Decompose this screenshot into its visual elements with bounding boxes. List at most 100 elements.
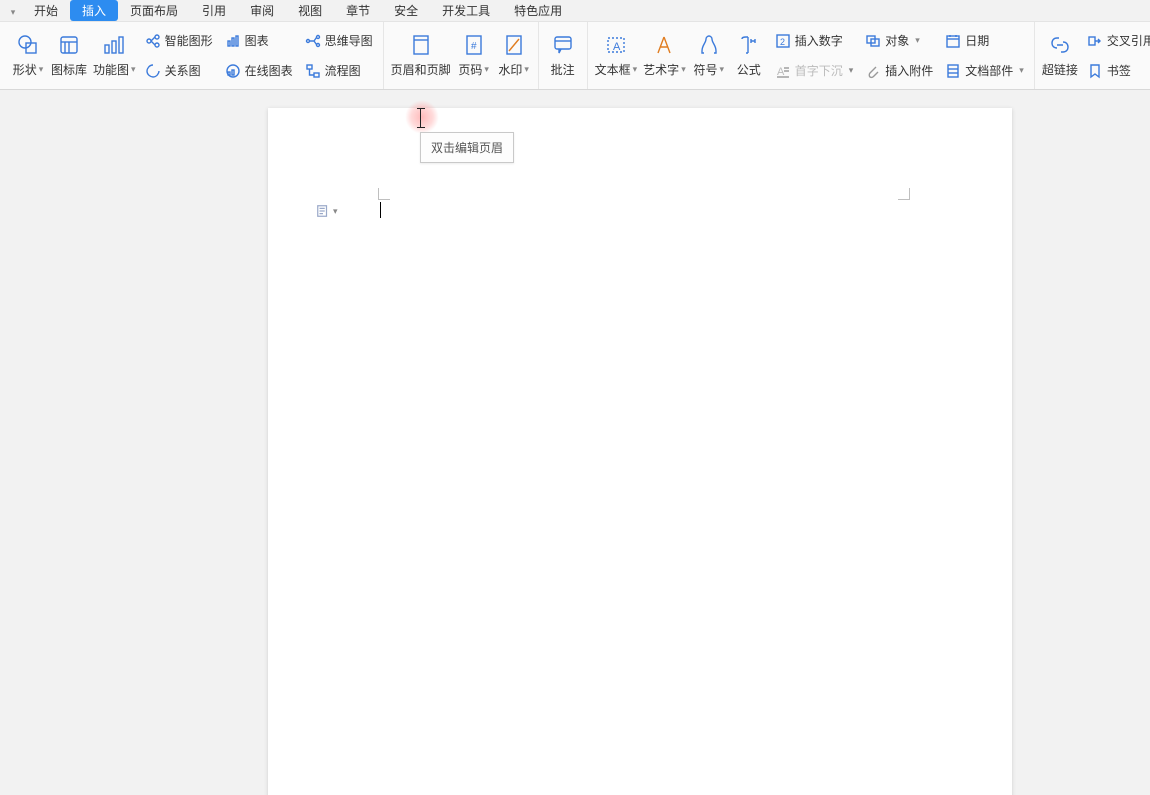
header-area-tooltip: 双击编辑页眉 (420, 132, 514, 163)
tab-page-layout[interactable]: 页面布局 (118, 0, 190, 21)
object-icon (865, 33, 881, 49)
flowchart-icon (305, 63, 321, 79)
chevron-down-icon: ▾ (39, 64, 44, 75)
insert-number-button[interactable]: 2 插入数字 (771, 28, 858, 54)
symbol-label: 符号 (693, 61, 717, 78)
wordart-icon (652, 33, 676, 57)
icon-library-button[interactable]: 图标库 (48, 24, 90, 87)
text-caret (380, 202, 381, 218)
tab-review[interactable]: 审阅 (238, 0, 286, 21)
chevron-down-icon: ▾ (333, 206, 338, 217)
chevron-down-icon: ▾ (915, 35, 920, 46)
tab-insert[interactable]: 插入 (70, 0, 118, 21)
tab-view[interactable]: 视图 (286, 0, 334, 21)
cross-ref-button[interactable]: 交叉引用 (1083, 28, 1150, 54)
svg-text:#: # (471, 41, 477, 52)
doc-parts-label: 文档部件 (965, 62, 1013, 79)
func-chart-icon (102, 33, 126, 57)
icon-library-icon (57, 33, 81, 57)
chevron-down-icon: ▾ (11, 7, 16, 17)
hyperlink-icon (1048, 33, 1072, 57)
textbox-icon: A (604, 33, 628, 57)
mindmap-label: 思维导图 (325, 32, 373, 49)
wordart-button[interactable]: 艺术字▾ (640, 24, 689, 87)
tab-dev-tools[interactable]: 开发工具 (430, 0, 502, 21)
bookmark-label: 书签 (1107, 62, 1131, 79)
header-footer-button[interactable]: 页眉和页脚 (388, 24, 454, 87)
insert-number-label: 插入数字 (795, 32, 843, 49)
ribbon-mini-col-text-3: 日期 文档部件 ▾ (939, 24, 1030, 87)
textbox-button[interactable]: A 文本框▾ (592, 24, 641, 87)
chevron-down-icon: ▾ (681, 64, 686, 75)
doc-parts-button[interactable]: 文档部件 ▾ (941, 58, 1028, 84)
page-number-label: 页码 (458, 61, 482, 78)
watermark-button[interactable]: 水印▾ (494, 24, 534, 87)
ribbon: 形状▾ 图标库 功能图▾ 智能图形 关系图 (0, 22, 1150, 90)
bookmark-button[interactable]: 书签 (1083, 58, 1150, 84)
chevron-down-icon: ▾ (633, 64, 638, 75)
tab-references[interactable]: 引用 (190, 0, 238, 21)
mindmap-button[interactable]: 思维导图 (301, 28, 377, 54)
relation-chart-button[interactable]: 关系图 (141, 58, 217, 84)
shapes-icon (16, 33, 40, 57)
formula-label: 公式 (737, 61, 761, 78)
flowchart-label: 流程图 (325, 62, 361, 79)
insert-number-icon: 2 (775, 33, 791, 49)
comment-button[interactable]: 批注 (543, 24, 583, 87)
textbox-label: 文本框 (595, 61, 631, 78)
document-work-area[interactable]: 双击编辑页眉 ▾ (0, 90, 1150, 795)
relation-chart-icon (145, 63, 161, 79)
ribbon-mini-col-2: 图表 在线图表 (219, 24, 299, 87)
cross-ref-label: 交叉引用 (1107, 32, 1150, 49)
online-chart-label: 在线图表 (245, 62, 293, 79)
page-number-icon: # (462, 33, 486, 57)
header-margin-marker-right (898, 188, 910, 200)
object-button[interactable]: 对象 ▾ (861, 28, 937, 54)
drop-cap-icon: A (775, 63, 791, 79)
drop-cap-label: 首字下沉 (795, 62, 843, 79)
flowchart-button[interactable]: 流程图 (301, 58, 377, 84)
attachment-button[interactable]: 插入附件 (861, 58, 937, 84)
date-button[interactable]: 日期 (941, 28, 1028, 54)
tab-chapter[interactable]: 章节 (334, 0, 382, 21)
tooltip-text: 双击编辑页眉 (431, 141, 503, 155)
chevron-down-icon: ▾ (484, 64, 489, 75)
paragraph-handle[interactable]: ▾ (316, 204, 338, 218)
smart-art-label: 智能图形 (165, 32, 213, 49)
customize-menu-chevron[interactable]: ▾ (4, 4, 22, 18)
tab-special-apps[interactable]: 特色应用 (502, 0, 574, 21)
page-number-button[interactable]: # 页码▾ (454, 24, 494, 87)
date-icon (945, 33, 961, 49)
svg-text:A: A (613, 41, 621, 53)
hyperlink-button[interactable]: 超链接 (1039, 24, 1081, 87)
func-chart-button[interactable]: 功能图▾ (90, 24, 139, 87)
tab-security[interactable]: 安全 (382, 0, 430, 21)
formula-button[interactable]: 公式 (729, 24, 769, 87)
symbol-button[interactable]: 符号▾ (689, 24, 729, 87)
hyperlink-label: 超链接 (1042, 61, 1078, 78)
header-footer-label: 页眉和页脚 (391, 61, 451, 78)
ribbon-mini-col-text-1: 2 插入数字 A 首字下沉 ▾ (769, 24, 860, 87)
bookmark-icon (1087, 63, 1103, 79)
object-label: 对象 (885, 32, 909, 49)
mindmap-icon (305, 33, 321, 49)
chevron-down-icon: ▾ (131, 64, 136, 75)
svg-text:2: 2 (780, 37, 785, 47)
ribbon-mini-col-links: 交叉引用 书签 (1081, 24, 1150, 87)
smart-art-button[interactable]: 智能图形 (141, 28, 217, 54)
tab-start[interactable]: 开始 (22, 0, 70, 21)
online-chart-button[interactable]: 在线图表 (221, 58, 297, 84)
svg-text:A: A (777, 66, 785, 78)
chevron-down-icon: ▾ (719, 64, 724, 75)
ribbon-group-shapes: 形状▾ 图标库 功能图▾ 智能图形 关系图 (4, 22, 384, 89)
date-label: 日期 (965, 32, 989, 49)
header-margin-marker-left (378, 188, 390, 200)
shapes-button[interactable]: 形状▾ (8, 24, 48, 87)
icon-library-label: 图标库 (51, 61, 87, 78)
ribbon-group-text: A 文本框▾ 艺术字▾ 符号▾ 公式 2 插入数字 (588, 22, 1035, 89)
document-page[interactable]: 双击编辑页眉 ▾ (268, 108, 1012, 795)
relation-chart-label: 关系图 (165, 62, 201, 79)
smart-art-icon (145, 33, 161, 49)
insert-chart-button[interactable]: 图表 (221, 28, 297, 54)
ribbon-group-header-footer: 页眉和页脚 # 页码▾ 水印▾ (384, 22, 539, 89)
